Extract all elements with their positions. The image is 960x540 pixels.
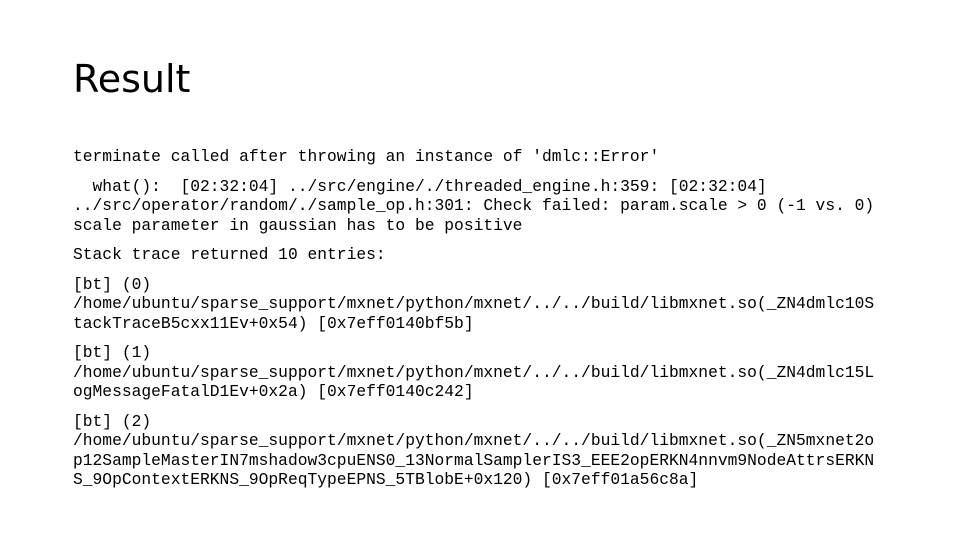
backtrace-entry-0: [bt] (0)/home/ubuntu/sparse_support/mxne… xyxy=(73,275,903,334)
backtrace-symbol: p12SampleMasterIN7mshadow3cpuENS0_13Norm… xyxy=(73,450,875,470)
error-output: terminate called after throwing an insta… xyxy=(73,147,903,500)
backtrace-entry-1: [bt] (1)/home/ubuntu/sparse_support/mxne… xyxy=(73,343,903,402)
stack-trace-header-paragraph: Stack trace returned 10 entries: xyxy=(73,245,903,265)
backtrace-path: /home/ubuntu/sparse_support/mxnet/python… xyxy=(73,294,875,313)
backtrace-symbol: tackTraceB5cxx11Ev+0x54) [0x7eff0140bf5b… xyxy=(73,313,474,333)
check-failed-line: ../src/operator/random/./sample_op.h:301… xyxy=(73,196,875,215)
backtrace-path: /home/ubuntu/sparse_support/mxnet/python… xyxy=(73,431,875,450)
stack-trace-header: Stack trace returned 10 entries: xyxy=(73,245,386,264)
backtrace-label: [bt] (2) xyxy=(73,411,152,431)
what-line: what(): [02:32:04] ../src/engine/./threa… xyxy=(73,176,767,196)
terminate-line: terminate called after throwing an insta… xyxy=(73,147,660,166)
backtrace-symbol: ogMessageFatalD1Ev+0x2a) [0x7eff0140c242… xyxy=(73,382,474,401)
backtrace-entry-2: [bt] (2)/home/ubuntu/sparse_support/mxne… xyxy=(73,412,903,490)
error-what-paragraph: what(): [02:32:04] ../src/engine/./threa… xyxy=(73,177,903,236)
backtrace-symbol-continued: S_9OpContextERKNS_9OpReqTypeEPNS_5TBlobE… xyxy=(73,470,699,489)
backtrace-path: /home/ubuntu/sparse_support/mxnet/python… xyxy=(73,362,875,382)
backtrace-label: [bt] (0) xyxy=(73,274,152,294)
error-message-line: scale parameter in gaussian has to be po… xyxy=(73,215,523,235)
backtrace-label: [bt] (1) xyxy=(73,343,152,362)
slide-title: Result xyxy=(73,57,191,101)
error-terminate-paragraph: terminate called after throwing an insta… xyxy=(73,147,903,167)
